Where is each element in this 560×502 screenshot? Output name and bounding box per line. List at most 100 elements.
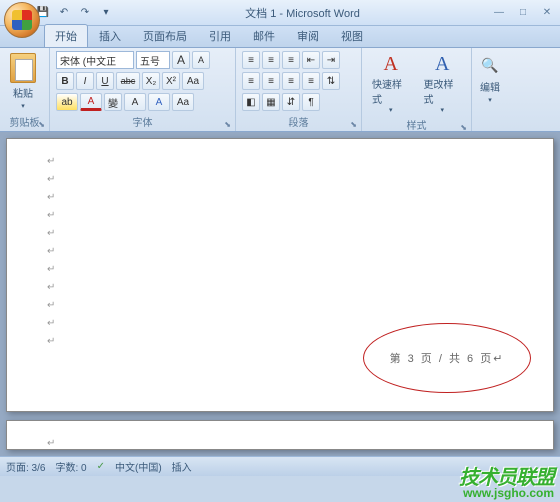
status-language[interactable]: 中文(中国) [115, 459, 162, 474]
group-editing: 🔍 编辑 ▾ [472, 48, 508, 131]
office-icon [4, 2, 40, 38]
dedent-button[interactable]: ⇤ [302, 51, 320, 69]
find-icon: 🔍 [478, 53, 502, 77]
group-clipboard: 粘贴 ▾ 剪贴板 [0, 48, 50, 131]
quick-styles-label: 快速样式 [372, 76, 410, 106]
page[interactable]: ↵ [6, 420, 554, 450]
group-font: 宋体 (中文正 五号 A A B I U abc X₂ X² Aa ab A [50, 48, 236, 131]
paragraph-mark: ↵ [47, 261, 513, 279]
shrink-font-button[interactable]: A [192, 51, 210, 69]
status-proofing[interactable]: ✓ [97, 461, 105, 472]
window-title: 文档 1 - Microsoft Word [115, 5, 490, 21]
tab-review[interactable]: 审阅 [286, 24, 330, 47]
font-family-select[interactable]: 宋体 (中文正 [56, 51, 134, 69]
change-case-button[interactable]: Aa [182, 72, 204, 90]
document-area[interactable]: ↵ ↵ ↵ ↵ ↵ ↵ ↵ ↵ ↵ ↵ ↵ 第 3 页 / 共 6 页↵ ↵ [0, 132, 560, 456]
superscript-button[interactable]: X² [162, 72, 180, 90]
group-label-clipboard: 剪贴板 [6, 113, 43, 129]
tab-home[interactable]: 开始 [44, 24, 88, 47]
strike-button[interactable]: abc [116, 72, 140, 90]
paragraph-mark: ↵ [47, 279, 513, 297]
shading-button[interactable]: ◧ [242, 93, 260, 111]
undo-button[interactable]: ↶ [55, 4, 73, 22]
tab-mailings[interactable]: 邮件 [242, 24, 286, 47]
paragraph-mark: ↵ [47, 435, 513, 453]
editing-label: 编辑 [480, 79, 500, 94]
paragraph-mark: ↵ [47, 207, 513, 225]
ribbon: 粘贴 ▾ 剪贴板 宋体 (中文正 五号 A A B I U abc X₂ [0, 48, 560, 132]
align-center-button[interactable]: ≡ [262, 72, 280, 90]
chevron-down-icon: ▾ [21, 102, 25, 110]
paragraph-mark: ↵ [47, 297, 513, 315]
underline-button[interactable]: U [96, 72, 114, 90]
chevron-down-icon: ▾ [440, 106, 444, 114]
numbering-button[interactable]: ≡ [262, 51, 280, 69]
show-marks-button[interactable]: ¶ [302, 93, 320, 111]
paste-label: 粘贴 [13, 85, 33, 100]
bold-button[interactable]: B [56, 72, 74, 90]
status-words[interactable]: 字数: 0 [55, 459, 86, 474]
tab-layout[interactable]: 页面布局 [132, 24, 198, 47]
chevron-down-icon: ▾ [389, 106, 393, 114]
font-color-button[interactable]: A [80, 93, 102, 111]
watermark-url: www.jsgho.com [459, 486, 554, 500]
tab-references[interactable]: 引用 [198, 24, 242, 47]
quick-styles-button[interactable]: A 快速样式 ▾ [368, 51, 414, 116]
char-border-button[interactable]: A [124, 93, 146, 111]
watermark: 技术员联盟 www.jsgho.com [453, 459, 560, 502]
group-paragraph: ≡ ≡ ≡ ⇤ ⇥ ≡ ≡ ≡ ≡ ⇅ ◧ ▦ ⇵ ¶ [236, 48, 362, 131]
chevron-down-icon: ▾ [488, 96, 492, 104]
minimize-button[interactable]: — [490, 5, 508, 21]
grow-font-button[interactable]: A [172, 51, 190, 69]
group-label-paragraph: 段落 [242, 113, 355, 129]
align-left-button[interactable]: ≡ [242, 72, 260, 90]
multilevel-button[interactable]: ≡ [282, 51, 300, 69]
close-button[interactable]: ✕ [538, 5, 556, 21]
phonetic-button[interactable]: 變 [104, 93, 122, 111]
check-icon: ✓ [97, 461, 105, 472]
paste-button[interactable]: 粘贴 ▾ [6, 51, 40, 112]
font-size-select[interactable]: 五号 [136, 51, 170, 69]
paste-icon [10, 53, 36, 83]
bullets-button[interactable]: ≡ [242, 51, 260, 69]
quick-access-toolbar: 💾 ↶ ↷ ▾ [34, 4, 115, 22]
paragraph-mark: ↵ [47, 171, 513, 189]
borders-button[interactable]: ▦ [262, 93, 280, 111]
indent-button[interactable]: ⇥ [322, 51, 340, 69]
status-page[interactable]: 页面: 3/6 [6, 459, 45, 474]
align-right-button[interactable]: ≡ [282, 72, 300, 90]
change-styles-button[interactable]: A 更改样式 ▾ [420, 51, 466, 116]
office-button[interactable] [4, 2, 40, 38]
sort-button[interactable]: ⇵ [282, 93, 300, 111]
paragraph-mark: ↵ [47, 189, 513, 207]
line-spacing-button[interactable]: ⇅ [322, 72, 340, 90]
subscript-button[interactable]: X₂ [142, 72, 160, 90]
page[interactable]: ↵ ↵ ↵ ↵ ↵ ↵ ↵ ↵ ↵ ↵ ↵ 第 3 页 / 共 6 页↵ [6, 138, 554, 412]
group-label-styles: 样式 [368, 116, 465, 132]
ribbon-tabs: 开始 插入 页面布局 引用 邮件 审阅 视图 [0, 26, 560, 48]
titlebar: 💾 ↶ ↷ ▾ 文档 1 - Microsoft Word — □ ✕ [0, 0, 560, 26]
letter-a-icon: A [384, 53, 398, 76]
qat-more-button[interactable]: ▾ [97, 4, 115, 22]
italic-button[interactable]: I [76, 72, 94, 90]
change-styles-label: 更改样式 [424, 76, 462, 106]
group-label-font: 字体 [56, 113, 229, 129]
maximize-button[interactable]: □ [514, 5, 532, 21]
highlight-button[interactable]: ab [56, 93, 78, 111]
redo-button[interactable]: ↷ [76, 4, 94, 22]
editing-button[interactable]: 🔍 编辑 ▾ [474, 51, 506, 106]
clear-format-button[interactable]: Aa [172, 93, 194, 111]
align-justify-button[interactable]: ≡ [302, 72, 320, 90]
paragraph-mark: ↵ [47, 243, 513, 261]
paragraph-mark: ↵ [47, 153, 513, 171]
status-mode[interactable]: 插入 [172, 459, 192, 474]
annotation-ellipse: 第 3 页 / 共 6 页↵ [363, 323, 531, 393]
page-number-footer: 第 3 页 / 共 6 页↵ [390, 350, 505, 366]
letter-a-icon: A [435, 53, 449, 76]
tab-view[interactable]: 视图 [330, 24, 374, 47]
group-styles: A 快速样式 ▾ A 更改样式 ▾ 样式 [362, 48, 472, 131]
window-controls: — □ ✕ [490, 5, 556, 21]
tab-insert[interactable]: 插入 [88, 24, 132, 47]
paragraph-mark: ↵ [47, 225, 513, 243]
text-effects-button[interactable]: A [148, 93, 170, 111]
